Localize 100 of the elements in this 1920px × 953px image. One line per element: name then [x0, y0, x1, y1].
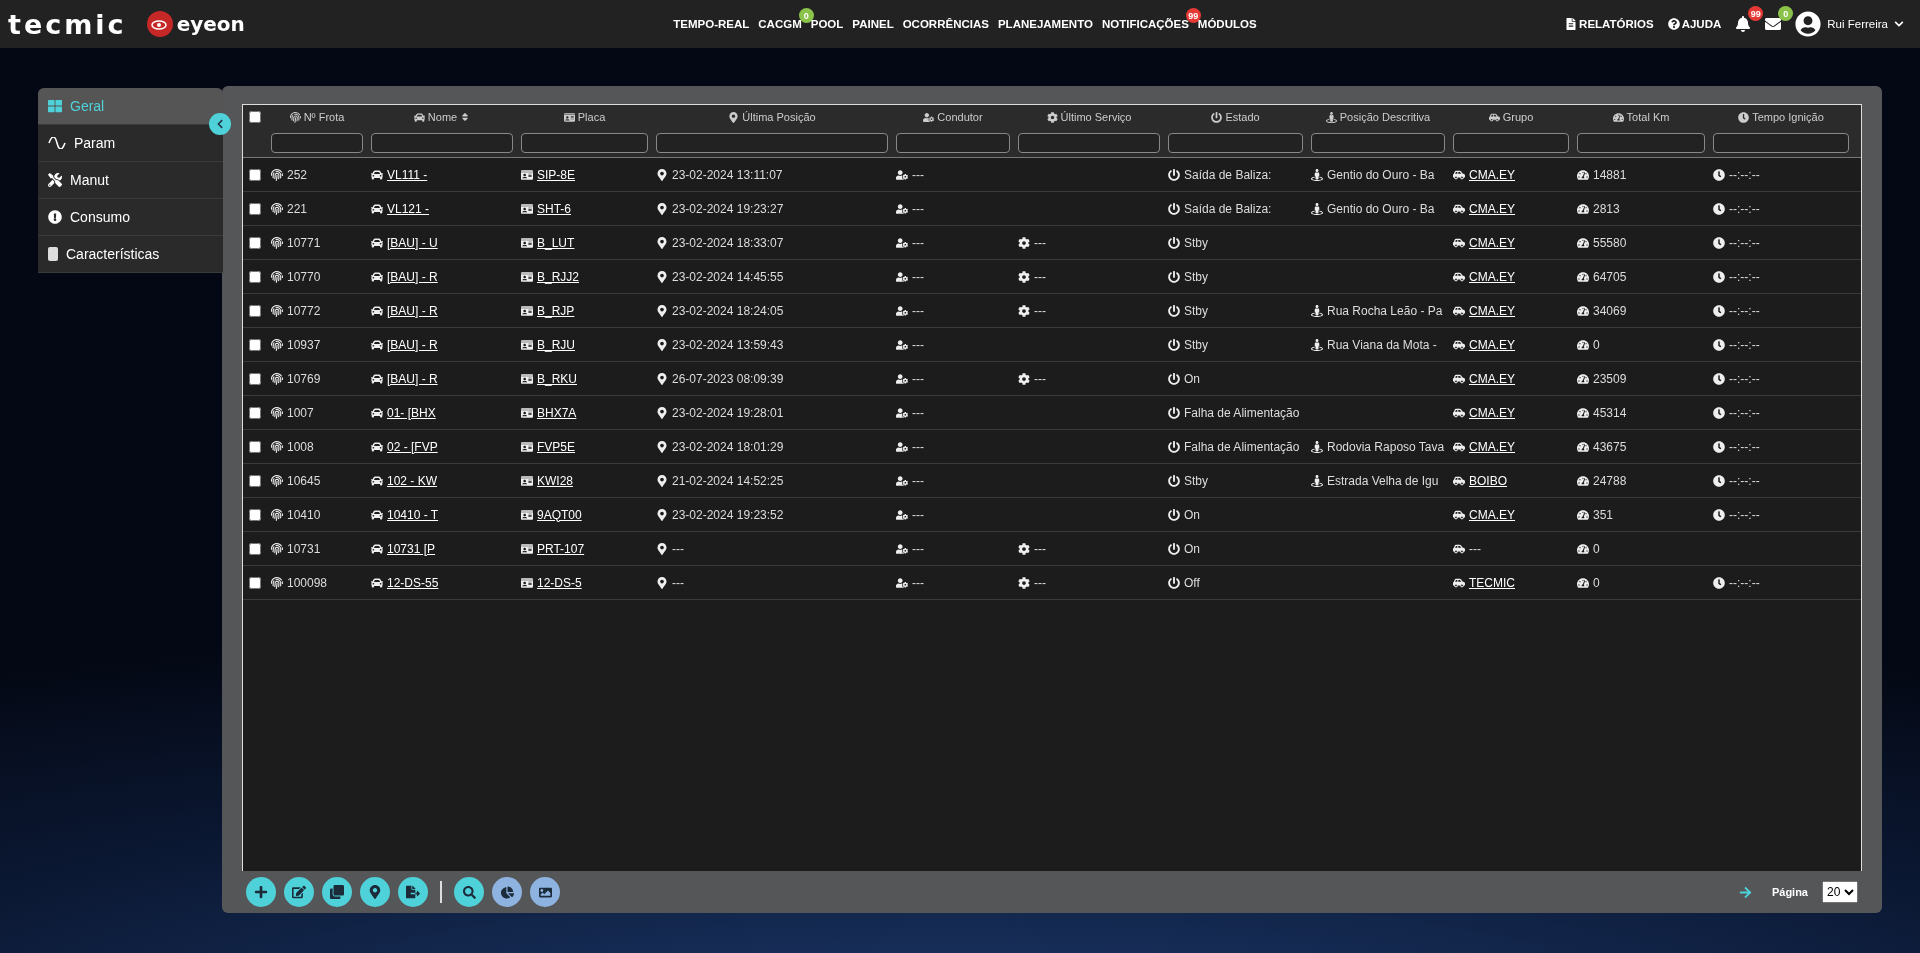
gauge-icon — [1577, 406, 1589, 419]
location-button[interactable] — [360, 877, 390, 907]
row-checkbox[interactable] — [249, 202, 261, 215]
vehicle-link[interactable]: 10731 [P — [387, 541, 436, 556]
vehicle-link[interactable]: 102 - KW — [387, 473, 437, 488]
user-menu[interactable]: Rui Ferreira — [1795, 11, 1904, 37]
vehicle-link[interactable]: [BAU] - R — [387, 269, 438, 284]
power-icon — [1168, 508, 1180, 521]
filter-field[interactable] — [1713, 133, 1849, 153]
table-cell: Stby — [1164, 269, 1307, 284]
chart-button[interactable] — [492, 877, 522, 907]
group-link[interactable]: CMA.EY — [1469, 439, 1515, 454]
vehicle-link[interactable]: VL111 - — [387, 167, 428, 182]
search-button[interactable] — [454, 877, 484, 907]
column-header[interactable]: Última Posição — [652, 111, 892, 123]
add-button[interactable] — [246, 877, 276, 907]
vehicle-link[interactable]: VL121 - — [387, 201, 430, 216]
group-link[interactable]: CMA.EY — [1469, 507, 1515, 522]
row-checkbox[interactable] — [249, 372, 261, 385]
row-checkbox[interactable] — [249, 542, 261, 555]
row-checkbox[interactable] — [249, 338, 261, 351]
export-button[interactable] — [398, 877, 428, 907]
plate-link[interactable]: SHT-6 — [537, 201, 571, 216]
column-header[interactable]: Nº Frota — [267, 111, 367, 123]
edit-button[interactable] — [284, 877, 314, 907]
vehicle-link[interactable]: 10410 - T — [387, 507, 439, 522]
column-header[interactable]: Grupo — [1449, 111, 1573, 123]
plate-link[interactable]: 12-DS-5 — [537, 575, 582, 590]
column-header[interactable]: Condutor — [892, 111, 1014, 123]
vehicle-link[interactable]: 02 - [FVP — [387, 439, 438, 454]
column-header[interactable]: Placa — [517, 111, 652, 123]
column-header[interactable]: Nome — [367, 111, 517, 123]
row-checkbox[interactable] — [249, 168, 261, 181]
plate-link[interactable]: B_RJU — [537, 337, 575, 352]
plate-link[interactable]: FVP5E — [537, 439, 575, 454]
plate-link[interactable]: B_LUT — [537, 235, 575, 250]
group-link[interactable]: CMA.EY — [1469, 235, 1515, 250]
filter-field[interactable] — [1577, 133, 1705, 153]
image-button[interactable] — [530, 877, 560, 907]
filter-field[interactable] — [521, 133, 648, 153]
filter-field[interactable] — [896, 133, 1010, 153]
table-cell: 45314 — [1573, 405, 1709, 420]
filter-field[interactable] — [656, 133, 888, 153]
group-link[interactable]: CMA.EY — [1469, 405, 1515, 420]
filter-field[interactable] — [1311, 133, 1445, 153]
reports-link[interactable]: RELATÓRIOS — [1565, 18, 1654, 30]
vehicle-link[interactable]: [BAU] - R — [387, 303, 438, 318]
filter-field[interactable] — [1168, 133, 1303, 153]
filter-field[interactable] — [1453, 133, 1569, 153]
select-all-checkbox[interactable] — [249, 111, 261, 123]
group-link[interactable]: TECMIC — [1469, 575, 1515, 590]
column-header[interactable]: Posição Descritiva — [1307, 111, 1449, 123]
copy-button[interactable] — [322, 877, 352, 907]
row-checkbox[interactable] — [249, 406, 261, 419]
vehicle-link[interactable]: [BAU] - R — [387, 371, 438, 386]
plate-link[interactable]: SIP-8E — [537, 167, 575, 182]
column-header[interactable]: Último Serviço — [1014, 111, 1164, 123]
row-checkbox[interactable] — [249, 236, 261, 249]
plate-link[interactable]: BHX7A — [537, 405, 577, 420]
plate-link[interactable]: B_RKU — [537, 371, 577, 386]
filter-field[interactable] — [271, 133, 363, 153]
column-header[interactable]: Estado — [1164, 111, 1307, 123]
row-checkbox[interactable] — [249, 508, 261, 521]
vehicle-link[interactable]: [BAU] - U — [387, 235, 438, 250]
clock-icon — [1713, 270, 1725, 283]
sidebar-item[interactable]: Geral — [38, 88, 223, 125]
nav-link[interactable]: TEMPO-REAL — [673, 18, 750, 30]
row-checkbox[interactable] — [249, 474, 261, 487]
row-checkbox[interactable] — [249, 576, 261, 589]
plate-link[interactable]: B_RJP — [537, 303, 575, 318]
help-link[interactable]: AJUDA — [1667, 18, 1722, 30]
row-checkbox[interactable] — [249, 304, 261, 317]
group-link[interactable]: CMA.EY — [1469, 371, 1515, 386]
vehicle-link[interactable]: 12-DS-55 — [387, 575, 439, 590]
filter-field[interactable] — [371, 133, 513, 153]
group-link[interactable]: CMA.EY — [1469, 337, 1515, 352]
column-header[interactable]: Tempo Ignição — [1709, 111, 1853, 123]
group-link[interactable]: CMA.EY — [1469, 167, 1515, 182]
plate-link[interactable]: 9AQT00 — [537, 507, 582, 522]
group-link[interactable]: CMA.EY — [1469, 201, 1515, 216]
table-cell: 10410 — [267, 507, 367, 522]
plate-link[interactable]: B_RJJ2 — [537, 269, 580, 284]
row-checkbox[interactable] — [249, 440, 261, 453]
vehicle-link[interactable]: 01- [BHX — [387, 405, 436, 420]
nav-link[interactable]: PLANEJAMENTO — [997, 18, 1093, 30]
group-link[interactable]: CMA.EY — [1469, 269, 1515, 284]
column-header[interactable]: Total Km — [1573, 111, 1709, 123]
group-link[interactable]: BOIBO — [1469, 473, 1507, 488]
vehicle-link[interactable]: [BAU] - R — [387, 337, 438, 352]
nav-link[interactable]: OCORRÊNCIAS — [902, 18, 989, 30]
plate-link[interactable]: PRT-107 — [537, 541, 585, 556]
fingerprint-icon — [289, 111, 301, 123]
car-icon — [371, 236, 383, 249]
plate-link[interactable]: KWI28 — [537, 473, 573, 488]
page-size-select[interactable]: 20 — [1822, 881, 1858, 903]
row-checkbox[interactable] — [249, 270, 261, 283]
cars-icon — [1453, 542, 1465, 555]
nav-link[interactable]: PAINEL — [852, 18, 894, 30]
group-link[interactable]: CMA.EY — [1469, 303, 1515, 318]
filter-field[interactable] — [1018, 133, 1160, 153]
